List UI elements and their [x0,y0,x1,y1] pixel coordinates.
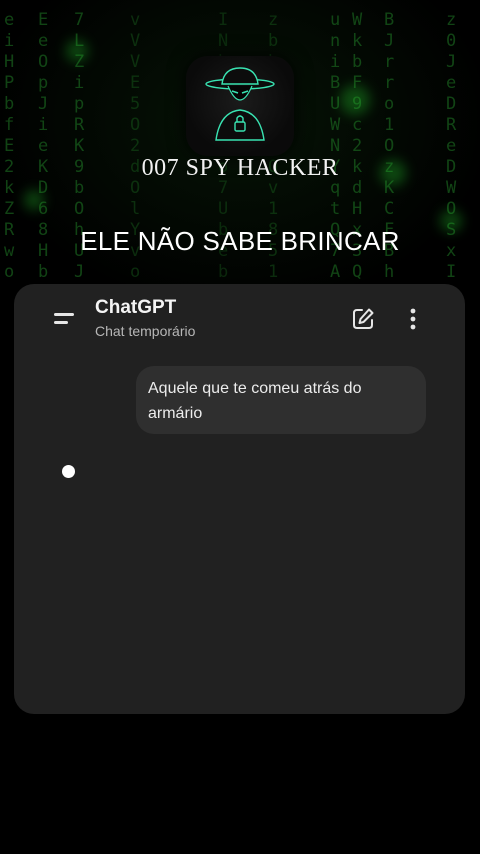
user-message-bubble: Aquele que te comeu atrás do armário [136,366,426,434]
more-vertical-icon[interactable] [404,306,422,332]
menu-icon[interactable] [54,310,78,328]
spy-hacker-logo [186,56,294,156]
chatgpt-screen: ChatGPT Chat temporário Aquele que te co… [14,284,465,714]
edit-icon[interactable] [350,306,376,332]
brand-title: 007 SPY HACKER [141,155,339,181]
typing-indicator [62,465,75,478]
video-caption: ELE NÃO SABE BRINCAR [80,226,400,256]
hacker-hat-icon [205,67,275,141]
app-title: ChatGPT [95,297,177,318]
matrix-glow [24,190,44,210]
chat-mode-label: Chat temporário [95,323,196,339]
matrix-glow [66,40,88,62]
app-header: ChatGPT Chat temporário [14,284,465,348]
matrix-glow [340,85,370,115]
